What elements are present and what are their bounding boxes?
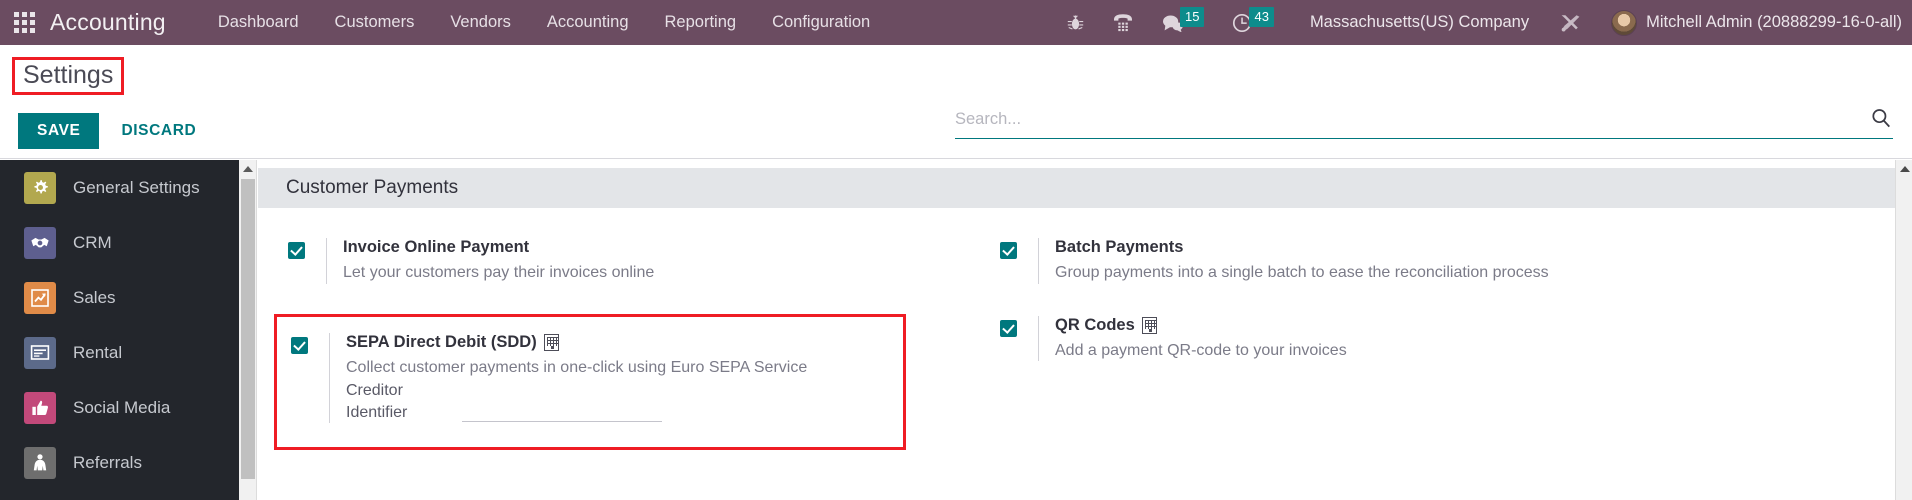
menu-item-dashboard[interactable]: Dashboard: [200, 0, 317, 45]
user-menu[interactable]: Mitchell Admin (20888299-16-0-all): [1646, 13, 1902, 32]
setting-divider: [326, 238, 327, 284]
checkbox-batch-payments[interactable]: [1000, 242, 1017, 259]
creditor-identifier-field-row: Creditor Identifier: [346, 380, 893, 423]
setting-title: Batch Payments: [1055, 238, 1618, 257]
sidebar-scrollbar[interactable]: [239, 160, 257, 500]
setting-description: Collect customer payments in one-click u…: [346, 359, 807, 376]
setting-divider: [1038, 316, 1039, 362]
handshake-icon: [24, 227, 56, 259]
search-input[interactable]: [955, 110, 1871, 133]
company-building-icon: [544, 334, 559, 351]
settings-sidebar: General Settings CRM Sales: [0, 160, 239, 500]
company-switcher[interactable]: Massachusetts(US) Company: [1310, 13, 1529, 32]
bug-icon[interactable]: [1067, 14, 1084, 32]
save-button[interactable]: SAVE: [18, 113, 99, 149]
sidebar-item-label: Sales: [73, 288, 116, 308]
page-scrollbar[interactable]: [1895, 160, 1912, 500]
scroll-up-arrow-icon[interactable]: [1896, 160, 1912, 177]
sidebar-item-label: Rental: [73, 343, 122, 363]
setting-label: Invoice Online Payment: [343, 238, 529, 257]
setting-title: Invoice Online Payment: [343, 238, 938, 257]
menu-item-vendors[interactable]: Vendors: [432, 0, 529, 45]
setting-qr-codes: QR Codes Add a payment QR-code to your i…: [1000, 316, 1618, 362]
control-panel: Settings SAVE DISCARD: [0, 45, 1912, 159]
sidebar-scrollbar-thumb[interactable]: [241, 179, 255, 479]
sidebar-item-rental[interactable]: Rental: [0, 325, 239, 380]
settings-column-left: Invoice Online Payment Let your customer…: [258, 238, 938, 460]
settings-content: Customer Payments Invoice Online Payment…: [258, 160, 1895, 500]
sidebar-item-label: General Settings: [73, 178, 200, 198]
setting-label: Batch Payments: [1055, 238, 1183, 257]
settings-column-right: Batch Payments Group payments into a sin…: [938, 238, 1618, 460]
setting-sepa-direct-debit: SEPA Direct Debit (SDD) Collect customer…: [274, 314, 906, 451]
messages-badge-count: 15: [1180, 7, 1204, 27]
search-view: [955, 105, 1893, 139]
rental-card-icon: [24, 337, 56, 369]
setting-divider: [329, 333, 330, 424]
menu-item-accounting[interactable]: Accounting: [529, 0, 647, 45]
setting-invoice-online-payment: Invoice Online Payment Let your customer…: [288, 238, 938, 284]
apps-grid-icon[interactable]: [14, 12, 36, 34]
sidebar-item-label: CRM: [73, 233, 112, 253]
app-brand-title[interactable]: Accounting: [50, 9, 166, 36]
referral-person-icon: [24, 447, 56, 479]
sidebar-item-crm[interactable]: CRM: [0, 215, 239, 270]
company-building-icon: [1142, 317, 1157, 334]
activities-badge-count: 43: [1249, 7, 1273, 27]
setting-title: QR Codes: [1055, 316, 1618, 335]
setting-divider: [1038, 238, 1039, 284]
gear-icon: [24, 172, 56, 204]
user-avatar[interactable]: [1611, 10, 1637, 36]
voip-phone-icon[interactable]: [1112, 13, 1134, 33]
top-navbar: Accounting Dashboard Customers Vendors A…: [0, 0, 1912, 45]
search-icon[interactable]: [1871, 108, 1891, 133]
scroll-up-arrow-icon[interactable]: [239, 160, 257, 177]
setting-label: SEPA Direct Debit (SDD): [346, 333, 537, 352]
sidebar-item-label: Referrals: [73, 453, 142, 473]
menu-item-configuration[interactable]: Configuration: [754, 0, 888, 45]
setting-description: Let your customers pay their invoices on…: [343, 264, 654, 281]
checkbox-invoice-online-payment[interactable]: [288, 242, 305, 259]
discard-button[interactable]: DISCARD: [121, 122, 196, 140]
setting-batch-payments: Batch Payments Group payments into a sin…: [1000, 238, 1618, 284]
setting-description: Group payments into a single batch to ea…: [1055, 264, 1549, 281]
activities-clock-icon[interactable]: 43: [1232, 13, 1273, 33]
creditor-identifier-input[interactable]: [462, 398, 662, 422]
sales-chart-icon: [24, 282, 56, 314]
sidebar-item-referrals[interactable]: Referrals: [0, 435, 239, 490]
creditor-identifier-label: Creditor Identifier: [346, 380, 462, 423]
systray: 15 43 Massachusetts(US) Company Mitchell…: [1053, 0, 1912, 45]
setting-title: SEPA Direct Debit (SDD): [346, 333, 893, 352]
settings-body: General Settings CRM Sales: [0, 160, 1912, 500]
tools-wrench-icon[interactable]: [1559, 13, 1581, 33]
sidebar-item-sales[interactable]: Sales: [0, 270, 239, 325]
settings-grid: Invoice Online Payment Let your customer…: [258, 208, 1895, 460]
sidebar-item-general-settings[interactable]: General Settings: [0, 160, 239, 215]
menu-item-reporting[interactable]: Reporting: [647, 0, 755, 45]
breadcrumb: Settings: [12, 57, 124, 95]
sidebar-item-social-media[interactable]: Social Media: [0, 380, 239, 435]
page-title: Settings: [12, 57, 124, 95]
thumbs-up-icon: [24, 392, 56, 424]
checkbox-sepa-direct-debit[interactable]: [291, 337, 308, 354]
menu-item-customers[interactable]: Customers: [317, 0, 433, 45]
checkbox-qr-codes[interactable]: [1000, 320, 1017, 337]
setting-label: QR Codes: [1055, 316, 1135, 335]
section-title: Customer Payments: [286, 177, 458, 199]
setting-description: Add a payment QR-code to your invoices: [1055, 342, 1347, 359]
messages-icon[interactable]: 15: [1162, 14, 1204, 32]
sidebar-item-label: Social Media: [73, 398, 170, 418]
form-action-buttons: SAVE DISCARD: [18, 113, 196, 149]
section-header-customer-payments: Customer Payments: [258, 168, 1895, 208]
